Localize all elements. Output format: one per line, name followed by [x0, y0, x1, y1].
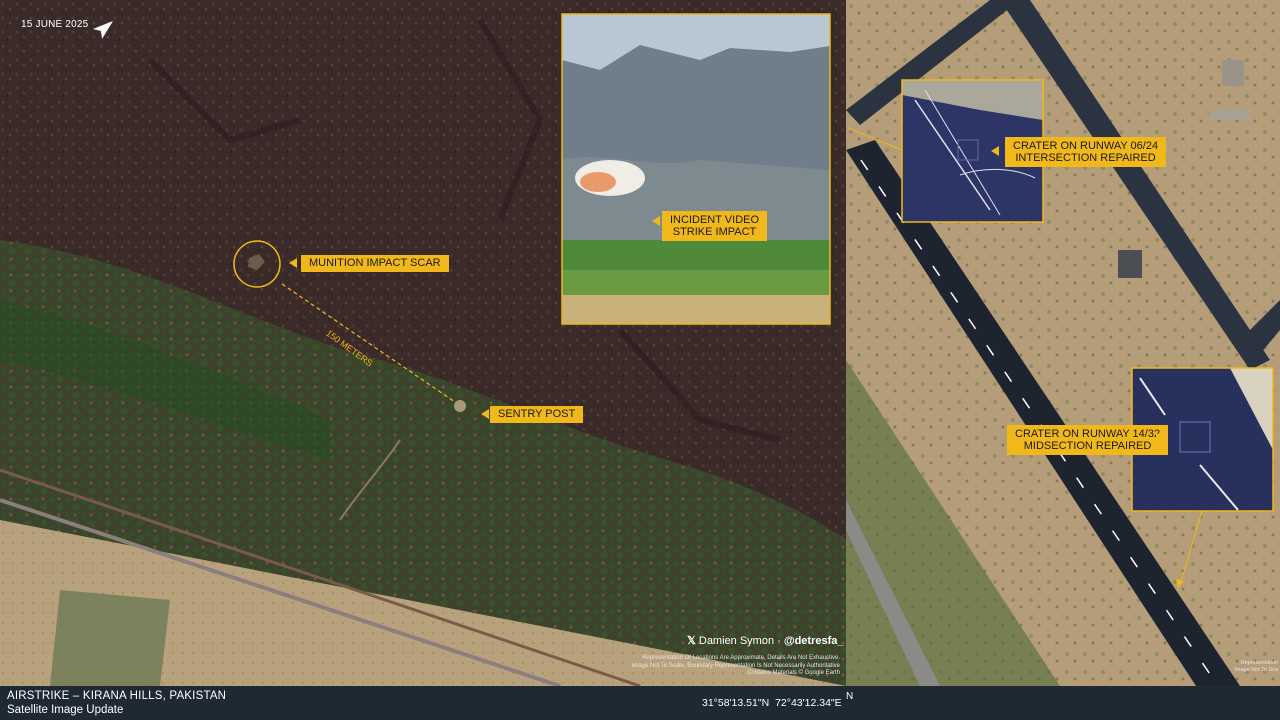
munition-impact-label: MUNITION IMPACT SCAR: [301, 255, 449, 272]
label-pointer-icon: [289, 258, 297, 268]
disclaimer-line2: Image Not To Scale, Boundary Representat…: [631, 662, 840, 669]
satellite-image-canvas: 15 JUNE 2025 MUNITION IMPACT SCAR 150 ME…: [0, 0, 1280, 720]
author-handle: @detresfa_: [783, 635, 844, 647]
incident-video-line1: INCIDENT VIDEO: [670, 214, 760, 226]
label-pointer-icon: [652, 216, 660, 226]
disclaimer-right: Representation Image Not To Sca: [1232, 660, 1278, 674]
disclaimer-line1: Representation Of Locations Are Approxim…: [642, 655, 840, 661]
label-pointer-icon: [481, 409, 489, 419]
footer-subtitle: Satellite Image Update: [7, 704, 124, 716]
crater-1432-line1: CRATER ON RUNWAY 14/32: [1015, 428, 1161, 440]
disclaimer-line3: Contains Materials © Google Earth: [747, 670, 840, 676]
satellite-imagery: [0, 0, 1280, 688]
crater-0624-label: CRATER ON RUNWAY 06/24 INTERSECTION REPA…: [1005, 137, 1167, 167]
label-pointer-icon: [1156, 433, 1164, 443]
crater-1432-label: CRATER ON RUNWAY 14/32 MIDSECTION REPAIR…: [1007, 425, 1169, 455]
coordinates: 31°58'13.51"N 72°43'12.34"E: [702, 697, 842, 709]
incident-video-label: INCIDENT VIDEO STRIKE IMPACT: [662, 211, 768, 241]
incident-video-line2: STRIKE IMPACT: [672, 226, 757, 238]
label-pointer-icon: [991, 146, 999, 156]
sentry-post-label: SENTRY POST: [490, 406, 584, 423]
author-credit: 𝕏 Damien Symon · @detresfa_: [687, 634, 844, 647]
disclaimer: Representation Of Locations Are Approxim…: [600, 655, 840, 678]
author-name: Damien Symon ·: [698, 635, 784, 647]
disclaimer-right-line2: Image Not To Sca: [1234, 667, 1278, 673]
crater-1432-line2: MIDSECTION REPAIRED: [1023, 440, 1152, 452]
x-logo-icon: 𝕏: [687, 635, 696, 647]
disclaimer-right-line1: Representation: [1240, 660, 1278, 666]
north-indicator: N: [846, 691, 854, 702]
crater-0624-line1: CRATER ON RUNWAY 06/24: [1013, 140, 1159, 152]
crater-0624-line2: INTERSECTION REPAIRED: [1015, 152, 1156, 164]
footer-title: AIRSTRIKE – KIRANA HILLS, PAKISTAN: [7, 690, 227, 702]
date-stamp: 15 JUNE 2025: [21, 19, 89, 30]
